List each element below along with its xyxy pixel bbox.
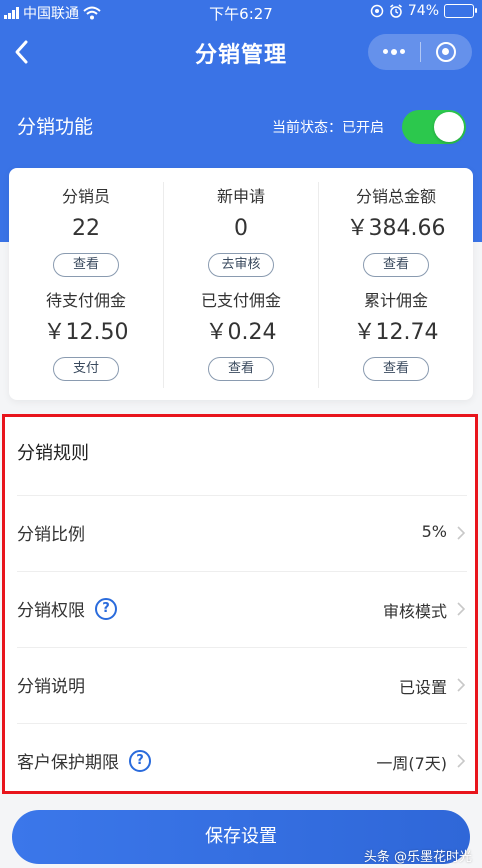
close-target-icon: [436, 42, 457, 62]
function-row: 分销功能 当前状态：已开启: [0, 106, 482, 146]
view-total-button[interactable]: 查看: [363, 253, 429, 277]
help-icon[interactable]: ?: [95, 597, 117, 620]
chevron-right-icon: [457, 526, 465, 540]
stat-value: ￥12.50: [43, 320, 129, 345]
stat-new-applications: 新申请 0 去审核: [164, 186, 318, 277]
function-toggle[interactable]: [402, 110, 466, 144]
nav-bar: 分销管理: [0, 24, 482, 80]
function-title: 分销功能: [17, 116, 94, 138]
stat-cumulative-commission: 累计佣金 ￥12.74 查看: [319, 290, 473, 381]
alarm-icon: [389, 4, 402, 18]
rules-title: 分销规则: [17, 443, 89, 464]
status-bar: 中国联通 下午6:27 74%: [0, 0, 482, 24]
location-lock-icon: [370, 4, 384, 18]
view-cumulative-button[interactable]: 查看: [363, 357, 429, 381]
rule-label: 分销权限: [17, 601, 85, 621]
rule-value: 审核模式: [382, 602, 447, 621]
rule-label: 客户保护期限: [17, 753, 119, 773]
rule-label: 分销比例: [17, 525, 85, 545]
rule-value: 已设置: [398, 678, 447, 697]
stat-value: 22: [72, 216, 100, 241]
stat-label: 新申请: [216, 187, 265, 206]
stat-label: 待支付佣金: [45, 291, 126, 310]
stat-pending-commission: 待支付佣金 ￥12.50 支付: [9, 290, 163, 381]
battery-icon: [444, 4, 477, 18]
close-program-button[interactable]: [421, 34, 473, 70]
stat-label: 分销员: [61, 187, 110, 206]
stat-label: 已支付佣金: [200, 291, 281, 310]
rule-label: 分销说明: [17, 677, 85, 697]
rule-value: 一周(7天): [376, 754, 447, 773]
watermark: 头条 @乐墨花时光: [363, 850, 472, 865]
battery-percent: 74%: [407, 3, 439, 19]
mini-program-capsule: [368, 34, 472, 70]
chevron-right-icon: [457, 678, 465, 692]
rules-section: 分销规则 分销比例 5% 分销权限 ? 审核模式 分销说明 已设置 客户保护期限…: [2, 414, 478, 794]
stat-label: 分销总金额: [355, 187, 436, 206]
rule-row-permission[interactable]: 分销权限 ? 审核模式: [17, 571, 467, 647]
stat-value: 0: [234, 216, 248, 241]
pay-button[interactable]: 支付: [53, 357, 119, 381]
stats-card: 分销员 22 查看 新申请 0 去审核 分销总金额 ￥384.66 查看 待支付…: [9, 168, 473, 400]
more-dots-icon: [382, 49, 405, 55]
view-paid-button[interactable]: 查看: [208, 357, 274, 381]
toggle-knob: [434, 112, 464, 142]
stat-paid-commission: 已支付佣金 ￥0.24 查看: [164, 290, 318, 381]
rule-row-description[interactable]: 分销说明 已设置: [17, 647, 467, 723]
stat-value: ￥384.66: [346, 216, 446, 241]
view-distributors-button[interactable]: 查看: [53, 253, 119, 277]
function-status: 当前状态：已开启: [272, 120, 384, 136]
stat-label: 累计佣金: [363, 291, 428, 310]
chevron-right-icon: [457, 602, 465, 616]
stat-value: ￥12.74: [353, 320, 439, 345]
chevron-right-icon: [457, 754, 465, 768]
stat-value: ￥0.24: [205, 320, 277, 345]
stat-distributors: 分销员 22 查看: [9, 186, 163, 277]
more-button[interactable]: [368, 34, 420, 70]
help-icon[interactable]: ?: [129, 749, 151, 772]
rule-row-protection-period[interactable]: 客户保护期限 ? 一周(7天): [17, 723, 467, 799]
rule-value: 5%: [421, 522, 447, 541]
stat-total-amount: 分销总金额 ￥384.66 查看: [319, 186, 473, 277]
rule-row-ratio[interactable]: 分销比例 5%: [17, 495, 467, 571]
review-button[interactable]: 去审核: [208, 253, 274, 277]
